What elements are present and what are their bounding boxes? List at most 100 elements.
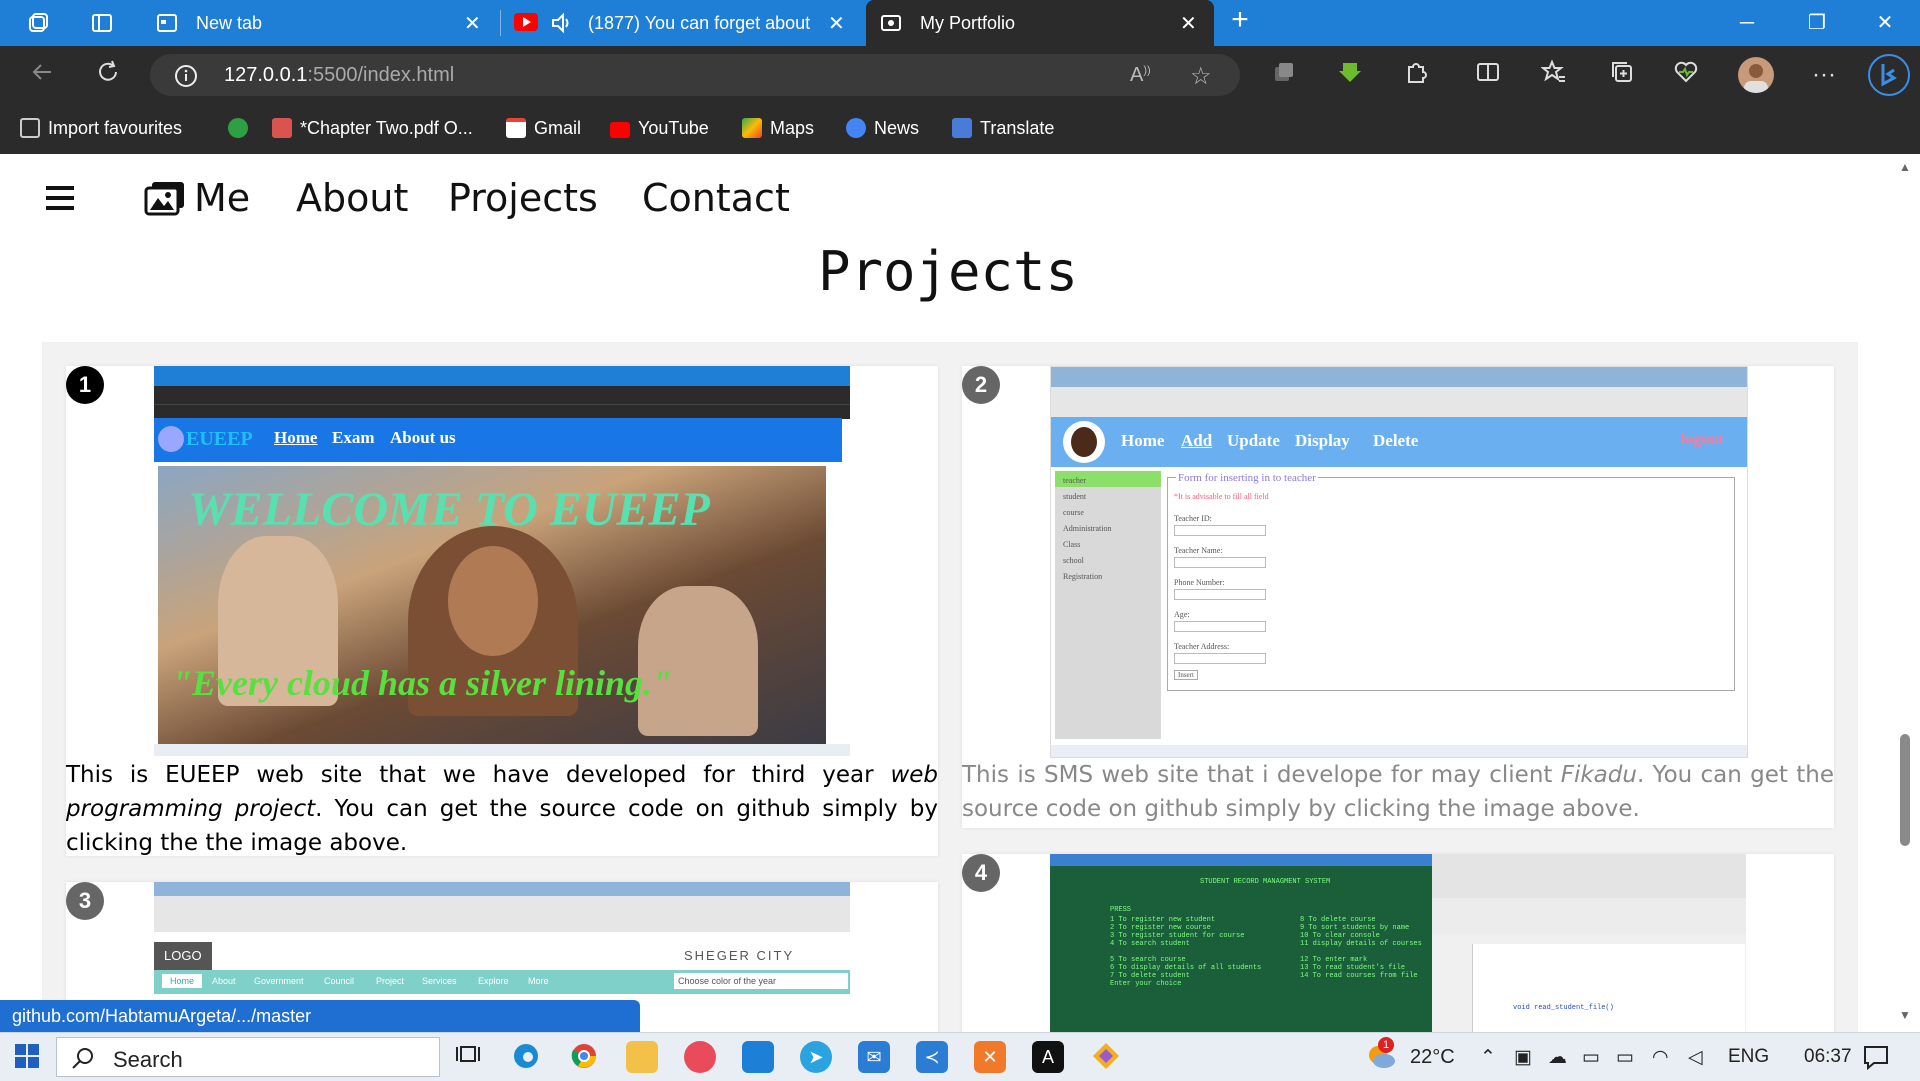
fav-news[interactable]: News	[846, 118, 919, 139]
battery-icon[interactable]: ▭	[1616, 1046, 1634, 1069]
adobe-icon[interactable]: A	[1032, 1041, 1064, 1073]
language-indicator[interactable]: ENG	[1728, 1046, 1769, 1068]
vscode-icon[interactable]: ≺	[916, 1041, 948, 1073]
hamburger-menu-icon[interactable]	[44, 184, 76, 217]
notifications-icon[interactable]	[1862, 1043, 1890, 1076]
meet-now-icon[interactable]: ▣	[1514, 1046, 1532, 1069]
clock[interactable]: 06:37	[1804, 1046, 1852, 1068]
download-extension-icon[interactable]	[1334, 59, 1366, 91]
mail-icon[interactable]: ✉	[858, 1041, 890, 1073]
close-window-button[interactable]: ✕	[1850, 0, 1920, 46]
favorites-icon[interactable]	[1538, 59, 1570, 91]
tab-my-portfolio[interactable]: My Portfolio ✕	[866, 0, 1214, 46]
card-number: 4	[962, 854, 1000, 892]
console-line: 1 To register new student	[1110, 916, 1216, 924]
console-line: 6 To display details of all students	[1110, 964, 1262, 972]
fav-green-site[interactable]	[228, 118, 256, 139]
nav-about[interactable]: About	[296, 176, 408, 220]
project-screenshot-console[interactable]: STUDENT RECORD MANAGMENT SYSTEM PRESS 1 …	[1050, 854, 1746, 1032]
fav-import-favourites[interactable]: Import favourites	[20, 118, 182, 139]
tab-actions-icon[interactable]	[90, 11, 114, 35]
copilot-icon[interactable]	[1866, 52, 1912, 98]
onedrive-icon[interactable]: ☁	[1548, 1046, 1567, 1069]
read-aloud-icon[interactable]: A))	[1130, 64, 1151, 87]
console-line: 7 To delete student	[1110, 972, 1190, 980]
chrome-icon[interactable]	[568, 1041, 600, 1073]
scroll-up-icon[interactable]: ▲	[1899, 160, 1911, 174]
close-icon[interactable]: ✕	[828, 11, 845, 36]
volume-icon[interactable]: ◁	[1688, 1046, 1703, 1069]
browser-toolbar: 127.0.0.1:5500/index.html A)) ☆ ···	[0, 46, 1920, 104]
fav-label: Translate	[980, 118, 1055, 138]
card-number: 3	[66, 882, 104, 920]
minimize-button[interactable]: ─	[1712, 0, 1782, 46]
code-line: void read_student_file()	[1513, 1004, 1614, 1012]
extensions-puzzle-icon[interactable]	[1400, 59, 1432, 91]
workspaces-icon[interactable]	[26, 11, 50, 35]
nav-brand-me[interactable]: Me	[194, 176, 250, 220]
task-view-icon[interactable]	[452, 1041, 484, 1073]
favorite-star-icon[interactable]: ☆	[1190, 62, 1212, 91]
nav-contact[interactable]: Contact	[642, 176, 790, 220]
tab-youtube[interactable]: (1877) You can forget about ✕	[502, 0, 864, 46]
project-screenshot-sms[interactable]: Home Add Update Display Delete logout te…	[1050, 366, 1748, 758]
windows-start-icon[interactable]	[14, 1043, 40, 1074]
fav-translate[interactable]: Translate	[952, 118, 1054, 139]
speaker-icon[interactable]	[550, 11, 574, 40]
images-icon	[144, 180, 186, 221]
store-icon[interactable]	[742, 1041, 774, 1073]
project-card-4: 4 STUDENT RECORD MANAGMENT SYSTEM PRESS …	[962, 854, 1834, 1032]
browser-essentials-icon[interactable]	[1670, 59, 1702, 91]
console-line: 5 To search course	[1110, 956, 1186, 964]
url-path: :5500/index.html	[307, 64, 455, 86]
site-info-icon[interactable]	[174, 64, 198, 93]
new-tab-button[interactable]: +	[1228, 5, 1252, 35]
scrollbar-thumb[interactable]	[1900, 734, 1910, 846]
project-card-2: 2 Home Add Update Display Delete logout …	[962, 366, 1834, 828]
back-icon[interactable]	[26, 59, 58, 91]
pdf-icon	[272, 118, 292, 138]
shot-nav-item: Home	[1121, 431, 1165, 450]
scroll-down-icon[interactable]: ▼	[1899, 1008, 1911, 1022]
console-line: 14 To read courses from file	[1300, 972, 1418, 980]
file-explorer-icon[interactable]	[626, 1041, 658, 1073]
telegram-icon[interactable]: ➤	[800, 1041, 832, 1073]
show-hidden-icons[interactable]: ⌃	[1480, 1046, 1496, 1069]
taskbar-search[interactable]: Search	[56, 1037, 440, 1077]
fav-youtube[interactable]: YouTube	[610, 118, 709, 139]
fav-maps[interactable]: Maps	[742, 118, 814, 139]
split-screen-icon[interactable]	[1472, 59, 1504, 91]
fav-chapter-two-pdf[interactable]: *Chapter Two.pdf O...	[272, 118, 473, 139]
close-icon[interactable]: ✕	[1180, 11, 1197, 36]
page-scrollbar[interactable]: ▲ ▼	[1890, 154, 1920, 1032]
taskbar: Search ➤ ✉ ≺ ✕ A 1 22°C ⌃ ▣ ☁ ▭ ▭ ◠ ◁ EN…	[0, 1032, 1920, 1081]
edge-icon[interactable]	[510, 1041, 542, 1073]
address-bar[interactable]: 127.0.0.1:5500/index.html A)) ☆	[150, 54, 1240, 96]
refresh-icon[interactable]	[92, 59, 124, 91]
project-screenshot-eueep[interactable]: EUEEP Home Exam About us WELLCOME TO EUE…	[154, 366, 850, 756]
shot-sidebar-item: course	[1063, 508, 1084, 517]
projects-grid: 1 EUEEP Home Exam About us WELLCOME TO E…	[42, 342, 1858, 1032]
extension-icon[interactable]	[1268, 59, 1300, 91]
shot-field-label: Age:	[1174, 610, 1190, 619]
collections-icon[interactable]	[1606, 59, 1638, 91]
restore-button[interactable]: ❐	[1782, 0, 1852, 46]
git-app-icon[interactable]	[1090, 1041, 1122, 1073]
nav-projects[interactable]: Projects	[448, 176, 598, 220]
profile-avatar[interactable]	[1738, 57, 1774, 93]
console-title: STUDENT RECORD MANAGMENT SYSTEM	[1200, 878, 1331, 886]
shot-nav-item: Explore	[478, 976, 509, 986]
close-icon[interactable]: ✕	[464, 11, 481, 36]
shot-nav-item: Services	[422, 976, 457, 986]
more-menu-icon[interactable]: ···	[1808, 59, 1840, 91]
tab-label: New tab	[196, 13, 263, 33]
shot-field-label: Phone Number:	[1174, 578, 1225, 587]
tab-new-tab[interactable]: New tab ✕	[140, 0, 500, 46]
xampp-icon[interactable]: ✕	[974, 1041, 1006, 1073]
fav-gmail[interactable]: Gmail	[506, 118, 581, 139]
wifi-icon[interactable]: ◠	[1652, 1046, 1669, 1069]
project-card-1: 1 EUEEP Home Exam About us WELLCOME TO E…	[66, 366, 938, 856]
display-icon[interactable]: ▭	[1582, 1046, 1600, 1069]
console-press: PRESS	[1110, 906, 1132, 914]
media-app-icon[interactable]	[684, 1041, 716, 1073]
